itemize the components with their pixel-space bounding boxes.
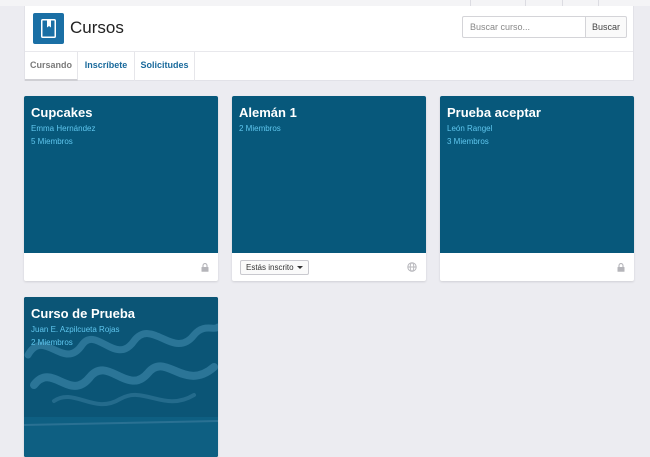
enrolled-dropdown[interactable]: Estás inscrito <box>240 260 309 275</box>
tab-cursando[interactable]: Cursando <box>25 52 78 81</box>
course-card[interactable]: Prueba aceptar León Rangel 3 Miembros <box>440 96 634 281</box>
course-members: 3 Miembros <box>447 137 489 146</box>
lock-icon <box>617 263 625 272</box>
course-members: 2 Miembros <box>31 338 73 347</box>
course-banner[interactable]: Cupcakes Emma Hernández 5 Miembros <box>24 96 218 253</box>
course-teacher: León Rangel <box>447 124 493 133</box>
tab-bar: Cursando Inscríbete Solicitudes <box>25 51 633 81</box>
course-footer <box>440 253 634 281</box>
bookmark-book-icon <box>41 19 56 38</box>
search-input[interactable] <box>462 16 586 38</box>
caret-down-icon <box>296 266 303 270</box>
course-members: 2 Miembros <box>239 124 281 133</box>
courses-header: Cursos Buscar Cursando Inscríbete Solici… <box>24 6 634 81</box>
course-title[interactable]: Alemán 1 <box>239 105 297 120</box>
search-button[interactable]: Buscar <box>585 16 627 38</box>
course-title[interactable]: Curso de Prueba <box>31 306 135 321</box>
tab-inscribete[interactable]: Inscríbete <box>78 52 135 81</box>
course-footer <box>24 253 218 281</box>
course-banner[interactable]: Curso de Prueba Juan E. Azpilcueta Rojas… <box>24 297 218 457</box>
embrace-change-artwork <box>24 297 218 457</box>
course-footer: Estás inscrito <box>232 253 426 281</box>
enrolled-label: Estás inscrito <box>246 263 294 272</box>
courses-logo <box>33 13 64 44</box>
course-card[interactable]: Cupcakes Emma Hernández 5 Miembros <box>24 96 218 281</box>
course-title[interactable]: Cupcakes <box>31 105 92 120</box>
globe-icon <box>407 262 417 272</box>
course-card[interactable]: Curso de Prueba Juan E. Azpilcueta Rojas… <box>24 297 218 457</box>
course-title[interactable]: Prueba aceptar <box>447 105 541 120</box>
course-card[interactable]: Alemán 1 2 Miembros Estás inscrito <box>232 96 426 281</box>
course-members: 5 Miembros <box>31 137 73 146</box>
tab-solicitudes[interactable]: Solicitudes <box>135 52 195 81</box>
course-teacher: Emma Hernández <box>31 124 96 133</box>
course-banner[interactable]: Prueba aceptar León Rangel 3 Miembros <box>440 96 634 253</box>
lock-icon <box>201 263 209 272</box>
page-title: Cursos <box>70 18 124 37</box>
course-banner[interactable]: Alemán 1 2 Miembros <box>232 96 426 253</box>
course-teacher: Juan E. Azpilcueta Rojas <box>31 325 120 334</box>
